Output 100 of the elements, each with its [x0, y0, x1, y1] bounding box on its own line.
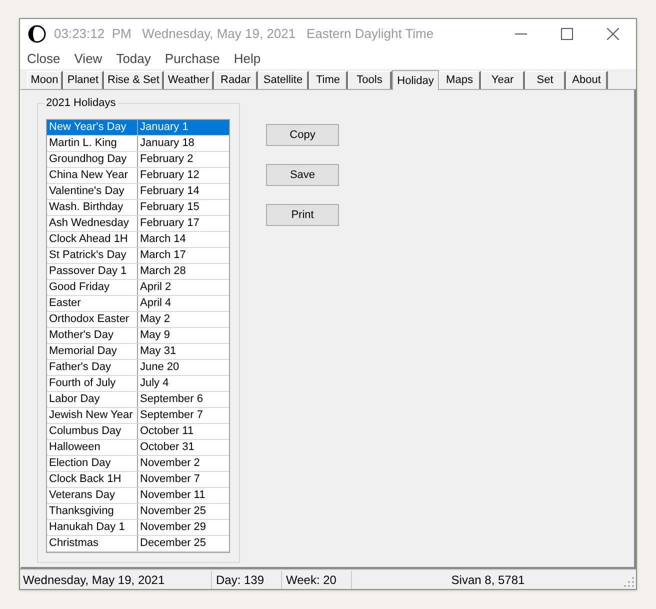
table-row[interactable]: St Patrick's Day March 17	[47, 248, 229, 264]
holiday-name: Valentine's Day	[47, 184, 138, 199]
table-row[interactable]: Fourth of July July 4	[47, 376, 229, 392]
holiday-name: Groundhog Day	[47, 152, 138, 167]
holiday-name: Ash Wednesday	[47, 216, 138, 231]
table-row[interactable]: Easter April 4	[47, 296, 229, 312]
table-row[interactable]: Orthodox Easter May 2	[47, 312, 229, 328]
holiday-date: April 4	[139, 296, 172, 311]
holiday-date: October 11	[139, 424, 194, 439]
holiday-date: December 25	[139, 536, 206, 551]
holiday-name: Wash. Birthday	[47, 200, 138, 215]
tab[interactable]: Planet	[63, 71, 104, 89]
table-row[interactable]: Halloween October 31	[47, 440, 229, 456]
holiday-date: February 14	[139, 184, 200, 199]
table-row[interactable]: Passover Day 1 March 28	[47, 264, 229, 280]
table-row[interactable]: Mother's Day May 9	[47, 328, 229, 344]
tab[interactable]: Set	[525, 71, 566, 89]
holiday-name: Mother's Day	[47, 328, 138, 343]
holiday-name: Memorial Day	[47, 344, 138, 359]
tab[interactable]: Weather	[164, 71, 214, 89]
resize-grip-icon[interactable]	[624, 577, 634, 587]
table-row[interactable]: Wash. Birthday February 15	[47, 200, 229, 216]
holiday-name: Hanukah Day 1	[47, 520, 138, 535]
holiday-date: July 4	[139, 376, 169, 391]
tab[interactable]: Moon	[27, 71, 63, 89]
holiday-date: March 14	[139, 232, 186, 247]
action-button[interactable]: Save	[266, 164, 339, 186]
holiday-name: Columbus Day	[47, 424, 138, 439]
table-row[interactable]: New Year's Day January 1	[47, 120, 229, 136]
table-row[interactable]: Thanksgiving November 25	[47, 504, 229, 520]
status-field: Sivan 8, 5781	[351, 570, 624, 588]
menu-item[interactable]: Close	[27, 49, 60, 69]
action-button[interactable]: Print	[266, 204, 339, 226]
holiday-date: January 18	[139, 136, 194, 151]
holiday-name: New Year's Day	[47, 120, 138, 135]
holiday-date: November 29	[139, 520, 206, 535]
window-title: 03:23:12 PM Wednesday, May 19, 2021 Eastern Daylight Time	[54, 25, 434, 44]
menu-item[interactable]: Today	[116, 49, 151, 69]
tab[interactable]: About	[566, 71, 608, 89]
holiday-name: Orthodox Easter	[47, 312, 138, 327]
holiday-date: May 9	[139, 328, 170, 343]
table-row[interactable]: Ash Wednesday February 17	[47, 216, 229, 232]
tab[interactable]: Time	[309, 71, 348, 89]
table-row[interactable]: Christmas December 25	[47, 536, 229, 552]
holiday-date: March 28	[139, 264, 186, 279]
holiday-date: May 2	[139, 312, 170, 327]
table-row[interactable]: Labor Day September 6	[47, 392, 229, 408]
holiday-date: September 7	[139, 408, 203, 423]
table-row[interactable]: Election Day November 2	[47, 456, 229, 472]
holiday-date: February 15	[139, 200, 200, 215]
tab[interactable]: Holiday	[392, 70, 439, 90]
holiday-name: Halloween	[47, 440, 138, 455]
holiday-name: Veterans Day	[47, 488, 138, 503]
menu-item[interactable]: Purchase	[164, 49, 220, 69]
holiday-date: November 11	[139, 488, 206, 503]
holiday-date: November 7	[139, 472, 200, 487]
holiday-date: May 31	[139, 344, 176, 359]
table-row[interactable]: Veterans Day November 11	[47, 488, 229, 504]
holiday-name: China New Year	[47, 168, 138, 183]
menu-item[interactable]: View	[74, 49, 102, 69]
holiday-date: January 1	[139, 120, 188, 135]
table-row[interactable]: Martin L. King January 18	[47, 136, 229, 152]
holiday-name: Clock Ahead 1H	[47, 232, 138, 247]
tab[interactable]: Rise & Set	[104, 71, 164, 89]
tab[interactable]: Tools	[348, 71, 392, 89]
holiday-name: Labor Day	[47, 392, 138, 407]
table-row[interactable]: Valentine's Day February 14	[47, 184, 229, 200]
status-field: Week: 20	[281, 570, 351, 588]
table-row[interactable]: China New Year February 12	[47, 168, 229, 184]
holiday-date: March 17	[139, 248, 186, 263]
holiday-name: Martin L. King	[47, 136, 138, 151]
holiday-name: Clock Back 1H	[47, 472, 138, 487]
maximize-icon[interactable]	[561, 28, 573, 40]
table-row[interactable]: Jewish New Year September 7	[47, 408, 229, 424]
holiday-name: Good Friday	[47, 280, 138, 295]
tab[interactable]: Maps	[439, 71, 481, 89]
tab[interactable]: Satellite	[258, 71, 309, 89]
table-row[interactable]: Hanukah Day 1 November 29	[47, 520, 229, 536]
action-button[interactable]: Copy	[266, 124, 339, 146]
group-title: 2021 Holidays	[44, 95, 118, 112]
menu-item[interactable]: Help	[234, 49, 261, 69]
table-row[interactable]: Columbus Day October 11	[47, 424, 229, 440]
close-icon[interactable]	[607, 28, 619, 40]
holiday-date: April 2	[139, 280, 172, 295]
holiday-date: June 20	[139, 360, 180, 375]
tab[interactable]: Radar	[214, 71, 258, 89]
holiday-date: February 12	[139, 168, 200, 183]
table-row[interactable]: Groundhog Day February 2	[47, 152, 229, 168]
tab[interactable]: Year	[481, 71, 525, 89]
table-row[interactable]: Memorial Day May 31	[47, 344, 229, 360]
table-row[interactable]: Good Friday April 2	[47, 280, 229, 296]
moon-icon	[28, 25, 46, 43]
holiday-date: November 25	[139, 504, 206, 519]
holiday-name: Fourth of July	[47, 376, 138, 391]
holiday-name: Christmas	[47, 536, 138, 551]
table-row[interactable]: Father's Day June 20	[47, 360, 229, 376]
holiday-date: February 17	[139, 216, 200, 231]
table-row[interactable]: Clock Ahead 1H March 14	[47, 232, 229, 248]
table-row[interactable]: Clock Back 1H November 7	[47, 472, 229, 488]
status-field: Day: 139	[211, 570, 281, 588]
